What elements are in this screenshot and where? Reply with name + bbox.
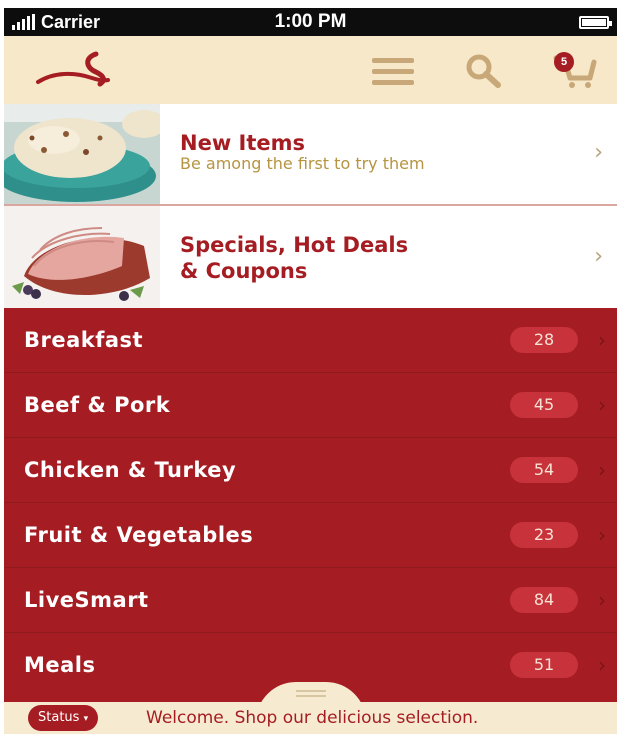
welcome-message: Welcome. Shop our delicious selection. [146, 708, 479, 728]
cart-button[interactable]: 5 [550, 50, 600, 90]
category-row-chicken-turkey[interactable]: Chicken & Turkey 54 › [4, 438, 617, 503]
category-count-badge: 23 [510, 522, 578, 548]
ham-image [4, 206, 160, 308]
battery-icon [579, 16, 612, 29]
category-label: Chicken & Turkey [24, 458, 237, 482]
search-icon[interactable] [464, 52, 504, 94]
specials-row[interactable]: Specials, Hot Deals & Coupons › [4, 206, 617, 308]
category-row-fruit-vegetables[interactable]: Fruit & Vegetables 23 › [4, 503, 617, 568]
chevron-right-icon: › [598, 523, 606, 547]
chevron-right-icon: › [598, 458, 606, 482]
category-label: Meals [24, 653, 96, 677]
chevron-right-icon: › [598, 328, 606, 352]
category-count-badge: 51 [510, 652, 578, 678]
ice-cream-image [4, 104, 160, 204]
category-list: Breakfast 28 › Beef & Pork 45 › Chicken … [4, 308, 617, 702]
status-label: Status [38, 710, 80, 725]
new-items-row[interactable]: New Items Be among the first to try them… [4, 104, 617, 204]
app-header: 5 [4, 36, 617, 104]
category-count-badge: 45 [510, 392, 578, 418]
new-items-subtitle: Be among the first to try them [180, 154, 425, 173]
category-label: Fruit & Vegetables [24, 523, 254, 547]
category-count-badge: 84 [510, 587, 578, 613]
menu-icon[interactable] [372, 58, 414, 86]
chevron-right-icon: › [598, 653, 606, 677]
category-label: Beef & Pork [24, 393, 171, 417]
specials-title-line1: Specials, Hot Deals [180, 233, 409, 257]
status-bar: Carrier 1:00 PM [4, 8, 617, 36]
chevron-right-icon: › [594, 244, 603, 269]
category-count-badge: 28 [510, 327, 578, 353]
status-time: 1:00 PM [274, 11, 347, 32]
logo-swoosh-icon[interactable] [34, 50, 124, 94]
chevron-right-icon: › [598, 588, 606, 612]
category-row-breakfast[interactable]: Breakfast 28 › [4, 308, 617, 373]
category-row-beef-pork[interactable]: Beef & Pork 45 › [4, 373, 617, 438]
footer-bar: Status ▾ Welcome. Shop our delicious sel… [4, 702, 617, 734]
category-label: Breakfast [24, 328, 144, 352]
category-count-badge: 54 [510, 457, 578, 483]
status-dropdown-button[interactable]: Status ▾ [28, 705, 99, 731]
chevron-right-icon: › [598, 393, 606, 417]
app-screen: Carrier 1:00 PM 5 New Items Be among the… [4, 8, 617, 734]
specials-title-line2: & Coupons [180, 259, 308, 283]
caret-down-icon: ▾ [83, 714, 89, 724]
category-row-livesmart[interactable]: LiveSmart 84 › [4, 568, 617, 633]
cart-count-badge: 5 [554, 52, 574, 72]
new-items-title: New Items [180, 131, 306, 155]
chevron-right-icon: › [594, 140, 603, 165]
category-label: LiveSmart [24, 588, 149, 612]
